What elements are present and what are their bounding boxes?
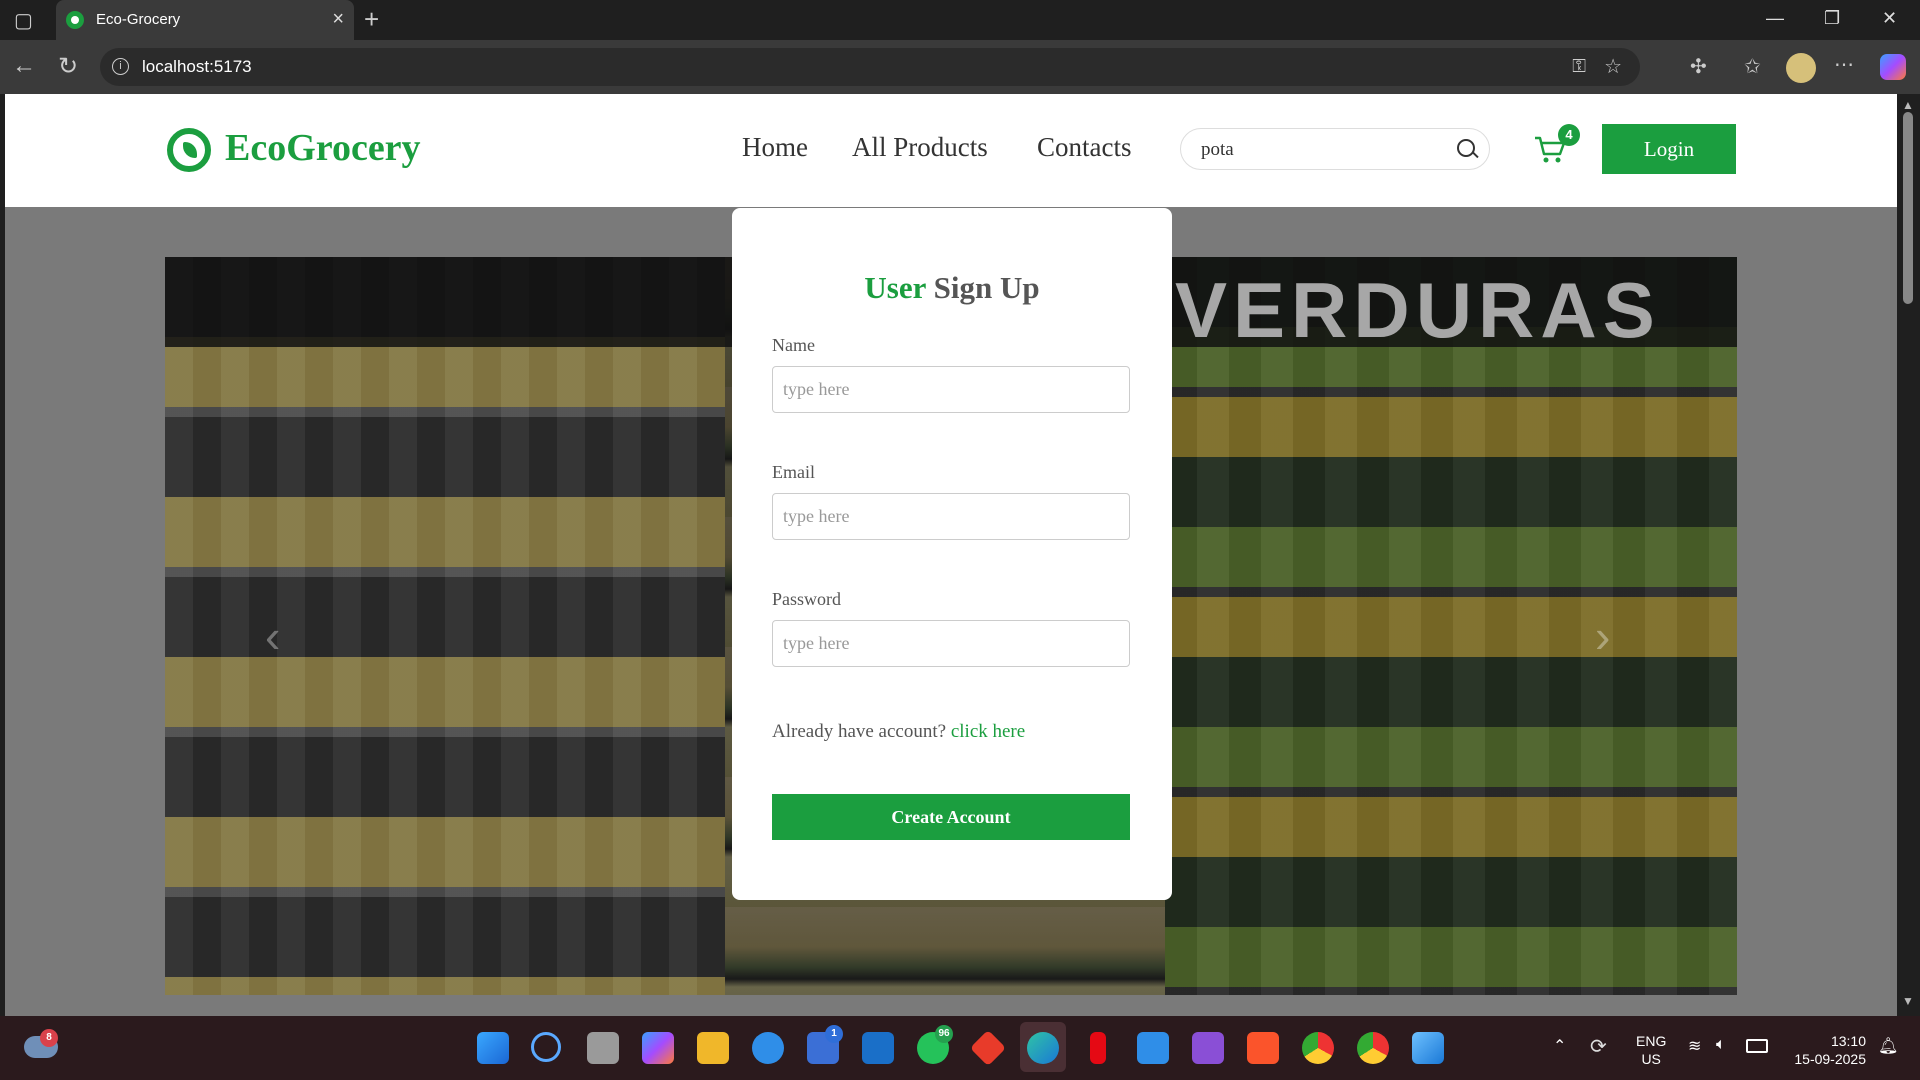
nav-home-link[interactable]: Home (742, 132, 808, 163)
page-viewport: EcoGrocery Home All Products Contacts 4 … (5, 94, 1897, 1016)
browser-tab[interactable]: Eco-Grocery × (56, 0, 354, 40)
new-tab-button[interactable]: + (364, 4, 379, 35)
scroll-down-icon[interactable]: ▼ (1902, 994, 1914, 1008)
store-badge: 1 (825, 1025, 843, 1043)
sync-icon[interactable]: ⟳ (1590, 1034, 1607, 1059)
whatsapp-badge: 96 (935, 1025, 953, 1043)
clock-time: 13:10 (1830, 1033, 1866, 1049)
volume-icon[interactable]: 🔈︎ (1716, 1036, 1726, 1054)
language-indicator[interactable]: ENG US (1636, 1032, 1666, 1068)
netflix-icon[interactable] (1090, 1032, 1106, 1064)
start-icon[interactable] (477, 1032, 509, 1064)
close-window-button[interactable]: ✕ (1882, 8, 1897, 29)
more-options-icon[interactable]: ⋯ (1834, 52, 1854, 77)
restore-button[interactable]: ❐ (1824, 8, 1840, 29)
sidebar-toggle-icon[interactable]: ▢ (14, 8, 33, 33)
password-field[interactable] (772, 620, 1130, 667)
favorites-icon[interactable]: ✩ (1744, 54, 1761, 79)
search-input[interactable] (1199, 138, 1443, 162)
password-key-icon[interactable]: ⚿ (1572, 56, 1586, 77)
favorite-star-icon[interactable]: ☆ (1604, 54, 1622, 79)
signup-title-highlight: User (864, 270, 926, 305)
show-hidden-icons[interactable]: ⌃ (1553, 1036, 1566, 1056)
tab-favicon-icon (66, 11, 84, 29)
signup-modal: User Sign Up Name Email Password Already… (732, 208, 1172, 900)
copilot-taskbar-icon[interactable] (642, 1032, 674, 1064)
logo-leaf-icon[interactable] (167, 128, 211, 172)
chrome-profile-icon[interactable] (1357, 1032, 1389, 1064)
edge-icon[interactable] (1027, 1032, 1059, 1064)
password-label: Password (772, 589, 842, 609)
signup-title: User Sign Up (732, 270, 1172, 306)
address-bar[interactable]: i localhost:5173 ⚿ ☆ (100, 48, 1640, 86)
scroll-up-icon[interactable]: ▲ (1902, 98, 1914, 112)
extensions-icon[interactable]: ✣ (1690, 54, 1707, 79)
notification-bell-icon[interactable]: 🔔︎ (1878, 1036, 1898, 1056)
login-link[interactable]: click here (951, 721, 1025, 742)
tab-close-icon[interactable]: × (332, 8, 344, 30)
name-field[interactable] (772, 366, 1130, 413)
refresh-icon[interactable]: ↻ (58, 52, 78, 81)
minimize-button[interactable]: — (1766, 8, 1784, 29)
search-taskbar-icon[interactable] (531, 1032, 561, 1062)
battery-icon[interactable] (1746, 1039, 1768, 1053)
tab-title: Eco-Grocery (96, 11, 181, 28)
wifi-icon[interactable]: ≋ (1688, 1036, 1701, 1056)
login-prompt-text: Already have account? (772, 721, 951, 742)
carousel-prev-icon[interactable]: ‹ (265, 609, 280, 663)
page-scrollbar[interactable]: ▲ ▼ (1897, 94, 1920, 1016)
carousel-next-icon[interactable]: › (1595, 609, 1610, 663)
url-text[interactable]: localhost:5173 (142, 57, 252, 77)
photos-icon[interactable] (1412, 1032, 1444, 1064)
language-code: ENG (1636, 1033, 1667, 1049)
task-view-icon[interactable] (587, 1032, 619, 1064)
signup-title-rest: Sign Up (925, 270, 1040, 305)
profile-avatar[interactable] (1786, 53, 1816, 83)
visual-studio-icon[interactable] (1192, 1032, 1224, 1064)
login-button[interactable]: Login (1602, 124, 1736, 174)
brave-icon[interactable] (1247, 1032, 1279, 1064)
nav-contacts-link[interactable]: Contacts (1037, 132, 1132, 163)
outlook-icon[interactable] (862, 1032, 894, 1064)
name-label: Name (772, 335, 815, 355)
cart-count-badge: 4 (1558, 124, 1580, 146)
region-code: US (1641, 1051, 1661, 1067)
weather-badge: 8 (40, 1029, 58, 1047)
site-info-icon[interactable]: i (112, 58, 129, 75)
vscode-icon[interactable] (1137, 1032, 1169, 1064)
help-icon[interactable] (752, 1032, 784, 1064)
search-icon[interactable] (1457, 139, 1475, 157)
back-icon[interactable]: ← (12, 52, 36, 80)
create-account-button[interactable]: Create Account (772, 794, 1130, 840)
search-box[interactable] (1180, 128, 1490, 170)
nav-all-products-link[interactable]: All Products (852, 132, 988, 163)
email-label: Email (772, 462, 815, 482)
taskbar (0, 1016, 1920, 1080)
file-explorer-icon[interactable] (697, 1032, 729, 1064)
clock-date: 15-09-2025 (1794, 1051, 1866, 1067)
email-field[interactable] (772, 493, 1130, 540)
chrome-icon[interactable] (1302, 1032, 1334, 1064)
site-logo[interactable]: EcoGrocery (225, 126, 421, 170)
login-prompt: Already have account? click here (772, 721, 1025, 743)
copilot-icon[interactable] (1880, 54, 1906, 80)
scroll-thumb[interactable] (1903, 112, 1913, 304)
clock[interactable]: 13:10 15-09-2025 (1786, 1032, 1866, 1068)
